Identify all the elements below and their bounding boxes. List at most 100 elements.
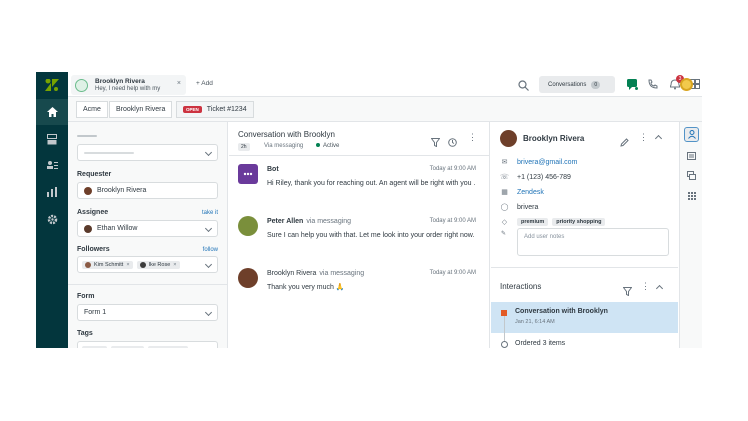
- avatar: [84, 186, 92, 195]
- note-icon: ✎: [501, 231, 507, 237]
- contacts-icon[interactable]: [36, 152, 68, 178]
- requester-panel: Brooklyn Rivera ⋮ ✉ brivera@gmail.com ☏ …: [491, 122, 678, 348]
- form-value: Form 1: [84, 309, 107, 316]
- whatsapp-value: brivera: [517, 203, 539, 211]
- message-time: Today at 9:00 AM: [429, 270, 476, 276]
- ticket-properties-panel: Requester Brooklyn Rivera Assignee take …: [68, 122, 228, 348]
- filter-icon[interactable]: [430, 134, 441, 152]
- user-notes-input[interactable]: Add user notes: [517, 228, 669, 256]
- message-author: Peter Allen via messaging: [267, 218, 351, 225]
- follower-chip[interactable]: Kim Schmitt ×: [82, 260, 133, 269]
- building-icon: ▦: [501, 189, 508, 196]
- edit-icon[interactable]: [620, 134, 629, 152]
- tab-subtitle: Hey, I need help with my: [95, 86, 161, 92]
- org-link[interactable]: Zendesk: [517, 189, 544, 196]
- more-options-icon[interactable]: ⋮: [468, 133, 477, 142]
- interaction-title[interactable]: Ordered 3 items: [515, 340, 565, 347]
- message-time: Today at 9:00 AM: [429, 218, 476, 224]
- tag-chip: [148, 346, 188, 348]
- user-avatar[interactable]: [680, 78, 693, 91]
- tags-field[interactable]: [77, 341, 218, 348]
- tag-chip[interactable]: priority shopping: [552, 218, 606, 226]
- breadcrumb-requester[interactable]: Brooklyn Rivera: [109, 101, 173, 118]
- avatar: [139, 261, 146, 268]
- follow-link[interactable]: follow: [203, 247, 218, 253]
- phone-icon[interactable]: [646, 77, 660, 91]
- tag-chip[interactable]: premium: [517, 218, 549, 226]
- more-options-icon[interactable]: ⋮: [639, 132, 648, 143]
- apps-rail: [679, 122, 702, 348]
- apps-grid-icon[interactable]: [684, 188, 699, 203]
- add-tab-button[interactable]: + Add: [196, 80, 213, 87]
- chevron-down-icon: [204, 148, 213, 157]
- form-label: Form: [77, 293, 95, 300]
- message-text: Thank you very much 🙏: [267, 284, 345, 291]
- conversation-panel: Conversation with Brooklyn 2h Via messag…: [229, 122, 490, 348]
- user-profile-icon[interactable]: [684, 127, 699, 142]
- inbox-icon[interactable]: [36, 126, 68, 152]
- assignee-select[interactable]: Ethan Willow: [77, 220, 218, 237]
- author-name: Peter Allen: [267, 218, 304, 225]
- close-icon[interactable]: ×: [177, 80, 181, 87]
- customer-avatar: [238, 268, 258, 288]
- zendesk-logo-icon[interactable]: [36, 72, 68, 97]
- top-bar: Brooklyn Rivera Hey, I need help with my…: [68, 72, 702, 97]
- message-channel: via messaging: [306, 218, 352, 225]
- email-link[interactable]: brivera@gmail.com: [517, 159, 577, 166]
- message-text: Hi Riley, thank you for reaching out. An…: [267, 180, 476, 187]
- org-row: ▦ Zendesk: [500, 187, 544, 197]
- chevron-up-icon[interactable]: [655, 284, 664, 293]
- divider: [491, 267, 678, 268]
- assignee-label: Assignee: [77, 209, 109, 216]
- message-author: Bot: [267, 166, 279, 173]
- knowledge-icon[interactable]: [684, 168, 699, 183]
- agent-avatar: [238, 216, 258, 236]
- search-icon[interactable]: [518, 78, 529, 96]
- bar-chart-icon[interactable]: [36, 179, 68, 205]
- tag-chip: [111, 346, 144, 348]
- assignee-value: Ethan Willow: [97, 225, 138, 232]
- more-options-icon[interactable]: ⋮: [641, 281, 650, 292]
- follower-name: Ike Rose: [148, 261, 171, 268]
- phone-row: ☏ +1 (123) 456-789: [500, 172, 571, 182]
- interaction-title: Conversation with Brooklyn: [515, 308, 608, 315]
- followers-field[interactable]: Kim Schmitt × Ike Rose ×: [77, 256, 218, 273]
- home-icon[interactable]: [36, 99, 68, 125]
- requester-field[interactable]: Brooklyn Rivera: [77, 182, 218, 199]
- conversations-button[interactable]: Conversations 0: [539, 76, 615, 93]
- follower-chip[interactable]: Ike Rose ×: [136, 260, 180, 269]
- filter-icon[interactable]: [622, 283, 633, 301]
- requester-value: Brooklyn Rivera: [97, 187, 147, 194]
- interaction-item[interactable]: Conversation with Brooklyn Jan 21, 6:14 …: [491, 302, 678, 333]
- chevron-down-icon: [204, 260, 213, 269]
- phone-icon: ☏: [500, 174, 509, 181]
- conversations-label: Conversations: [548, 81, 587, 88]
- remove-icon[interactable]: ×: [173, 262, 176, 268]
- conversation-title: Conversation with Brooklyn: [238, 130, 335, 139]
- gear-icon[interactable]: [36, 206, 68, 232]
- placeholder-label: [77, 135, 97, 137]
- brand-select[interactable]: [77, 144, 218, 161]
- message-text: Sure I can help you with that. Let me lo…: [267, 232, 475, 239]
- history-icon[interactable]: [448, 134, 457, 152]
- status-badge: OPEN: [183, 106, 202, 113]
- chevron-up-icon[interactable]: [654, 134, 663, 143]
- take-it-link[interactable]: take it: [202, 210, 218, 216]
- tags-row: ◇ premium priority shopping: [500, 217, 609, 227]
- order-marker-icon: [501, 341, 508, 348]
- chat-status-icon[interactable]: [625, 77, 639, 91]
- followers-label: Followers: [77, 246, 110, 253]
- remove-icon[interactable]: ×: [126, 262, 129, 268]
- form-select[interactable]: Form 1: [77, 304, 218, 321]
- tag-icon: ◇: [501, 219, 508, 226]
- ticket-tab[interactable]: Brooklyn Rivera Hey, I need help with my…: [71, 75, 186, 95]
- breadcrumb-ticket[interactable]: OPEN Ticket #1234: [176, 101, 254, 118]
- message-item: Peter Allen via messaging Today at 9:00 A…: [229, 216, 489, 256]
- interactions-title: Interactions: [500, 282, 542, 291]
- ticket-info-icon[interactable]: [684, 148, 699, 163]
- breadcrumb-org[interactable]: Acme: [76, 101, 108, 118]
- message-item: Brooklyn Rivera via messaging Today at 9:…: [229, 268, 489, 298]
- agent-workspace: Brooklyn Rivera Hey, I need help with my…: [36, 72, 702, 348]
- placeholder-value: [84, 152, 134, 154]
- whatsapp-icon: ◯: [500, 204, 509, 211]
